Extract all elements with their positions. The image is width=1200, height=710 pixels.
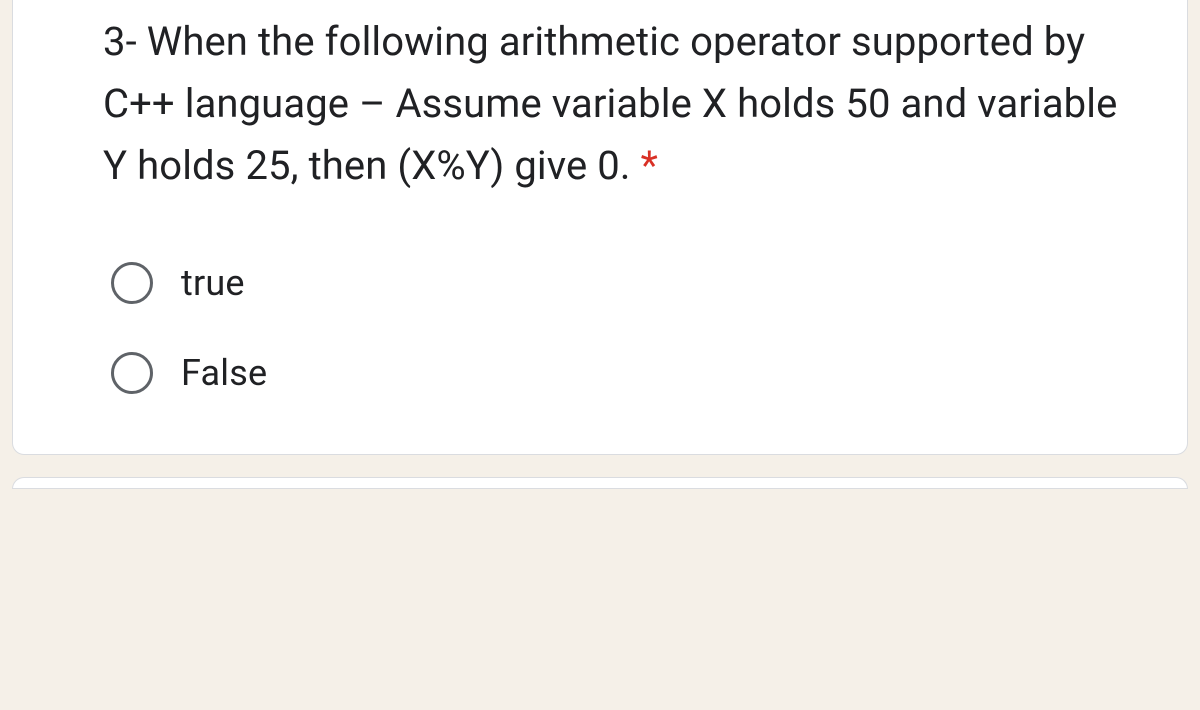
- options-container: true False: [103, 262, 1127, 394]
- option-label: False: [181, 352, 267, 394]
- radio-icon[interactable]: [111, 352, 153, 394]
- question-card: 3- When the following arithmetic operato…: [12, 0, 1188, 455]
- option-false[interactable]: False: [111, 352, 1127, 394]
- next-card-top: [12, 477, 1188, 489]
- question-text: 3- When the following arithmetic operato…: [103, 11, 1127, 197]
- option-true[interactable]: true: [111, 262, 1127, 304]
- radio-icon[interactable]: [111, 262, 153, 304]
- option-label: true: [181, 262, 245, 304]
- question-body: 3- When the following arithmetic operato…: [103, 18, 1117, 189]
- required-asterisk: *: [641, 142, 658, 189]
